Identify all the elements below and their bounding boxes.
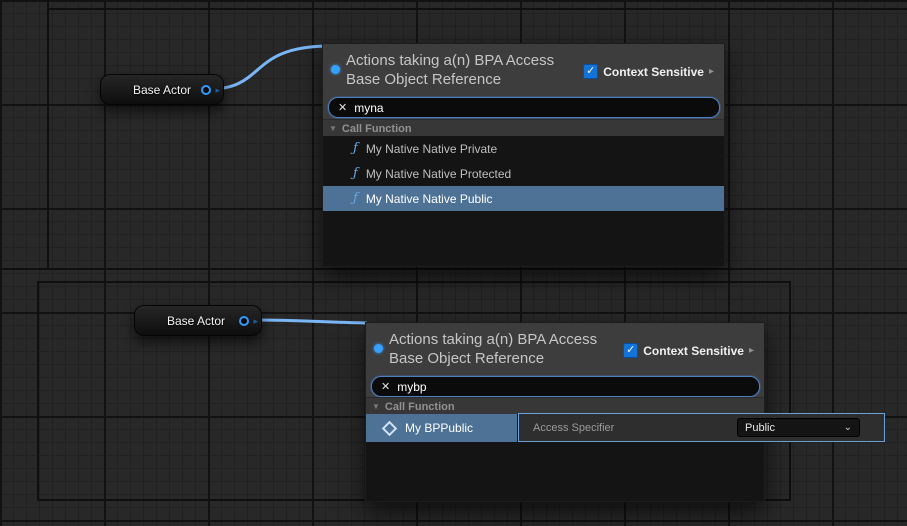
pin-type-bullet-icon	[374, 344, 383, 353]
action-list: ƒ My Native Native Private ƒ My Native N…	[323, 136, 724, 266]
wire-bottom	[252, 320, 366, 323]
blueprint-graph-canvas[interactable]: { "icons": { "clear": "✕", "check": "✓",…	[0, 0, 907, 526]
menu-item-my-native-native-public[interactable]: ƒ My Native Native Public	[323, 186, 724, 211]
category-label: Call Function	[342, 123, 412, 135]
node-title: Base Actor	[167, 314, 225, 328]
object-output-pin[interactable]	[239, 316, 249, 326]
pin-arrow-icon: ▸	[215, 83, 220, 97]
wire-top	[210, 46, 330, 89]
context-sensitive-toggle[interactable]: ✓ Context Sensitive ▸	[583, 64, 714, 79]
seam-line	[789, 281, 791, 501]
search-input[interactable]	[354, 101, 710, 115]
menu-item-my-native-native-private[interactable]: ƒ My Native Native Private	[323, 136, 724, 161]
seam-line	[37, 281, 39, 501]
access-specifier-label: Access Specifier	[533, 422, 614, 434]
menu-title: Actions taking a(n) BPA Access Base Obje…	[346, 51, 596, 89]
clear-search-icon[interactable]: ✕	[338, 101, 347, 114]
access-specifier-dropdown[interactable]: Public ⌄	[737, 418, 860, 437]
node-base-actor-bottom[interactable]: Base Actor ▸	[134, 305, 262, 336]
object-output-pin[interactable]	[201, 85, 211, 95]
seam-line	[47, 8, 907, 10]
menu-item-my-native-native-protected[interactable]: ƒ My Native Native Protected	[323, 161, 724, 186]
context-menu-top: Actions taking a(n) BPA Access Base Obje…	[322, 43, 725, 267]
seam-line	[47, 0, 49, 270]
chevron-right-icon[interactable]: ▸	[709, 66, 714, 77]
clear-search-icon[interactable]: ✕	[381, 380, 390, 393]
category-label: Call Function	[385, 401, 455, 413]
context-sensitive-label: Context Sensitive	[643, 344, 744, 358]
search-box[interactable]: ✕	[328, 97, 720, 118]
pin-arrow-icon: ▸	[253, 314, 258, 328]
chevron-down-icon: ⌄	[844, 422, 852, 433]
node-title: Base Actor	[133, 83, 191, 97]
pin-type-bullet-icon	[331, 65, 340, 74]
triangle-down-icon: ▼	[329, 124, 337, 133]
context-menu-bottom: Actions taking a(n) BPA Access Base Obje…	[365, 322, 765, 502]
context-sensitive-label: Context Sensitive	[603, 65, 704, 79]
checkbox-checked-icon[interactable]: ✓	[583, 64, 598, 79]
menu-item-my-bppublic[interactable]: My BPPublic	[366, 414, 517, 442]
access-specifier-panel: Access Specifier Public ⌄	[518, 413, 885, 442]
context-sensitive-toggle[interactable]: ✓ Context Sensitive ▸	[623, 343, 754, 358]
blueprint-function-icon	[382, 420, 398, 436]
seam-line	[37, 281, 791, 283]
dropdown-value: Public	[745, 422, 775, 434]
function-icon: ƒ	[353, 166, 358, 181]
node-base-actor-top[interactable]: Base Actor ▸	[100, 74, 224, 105]
search-box[interactable]: ✕	[371, 376, 760, 397]
chevron-right-icon[interactable]: ▸	[749, 345, 754, 356]
checkbox-checked-icon[interactable]: ✓	[623, 343, 638, 358]
menu-header: Actions taking a(n) BPA Access Base Obje…	[366, 323, 764, 398]
seam-line	[0, 268, 907, 270]
menu-title: Actions taking a(n) BPA Access Base Obje…	[389, 330, 639, 368]
search-input[interactable]	[397, 380, 750, 394]
function-icon: ƒ	[353, 191, 358, 206]
menu-header: Actions taking a(n) BPA Access Base Obje…	[323, 44, 724, 119]
triangle-down-icon: ▼	[372, 402, 380, 411]
function-icon: ƒ	[353, 141, 358, 156]
